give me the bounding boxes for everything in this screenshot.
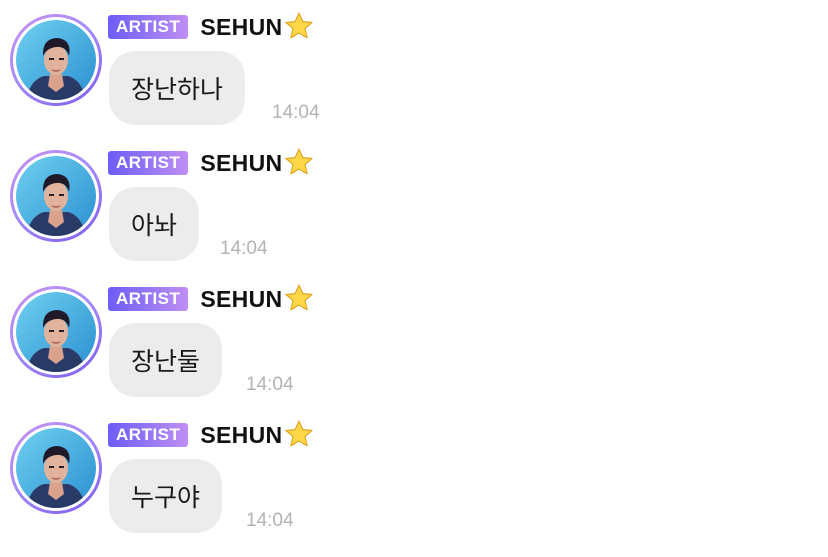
chat-message: ARTIST SEHUN 장난하나 14:04 [0,0,828,136]
avatar-photo [16,292,96,372]
star-icon [285,284,314,311]
chat-message: ARTIST SEHUN 누구야 14:04 [0,408,828,544]
artist-badge: ARTIST [108,423,189,447]
star-icon [285,12,314,39]
star-icon [285,148,314,175]
chat-message-list: ARTIST SEHUN 장난하나 14:04 ARTIST SEHUN 아놔 … [0,0,828,557]
avatar-frame [13,17,99,103]
avatar[interactable] [10,14,102,106]
artist-badge: ARTIST [108,15,189,39]
avatar-photo [16,428,96,508]
star-icon [285,420,314,447]
avatar-photo [16,20,96,100]
avatar-photo [16,156,96,236]
sender-row: ARTIST SEHUN [108,420,314,449]
chat-message: ARTIST SEHUN 장난둘 14:04 [0,272,828,408]
message-timestamp: 14:04 [220,238,268,259]
sender-name[interactable]: SEHUN [200,422,282,449]
sender-name[interactable]: SEHUN [200,14,282,41]
avatar[interactable] [10,286,102,378]
sender-row: ARTIST SEHUN [108,12,314,41]
message-timestamp: 14:04 [272,102,320,123]
avatar[interactable] [10,150,102,242]
sender-row: ARTIST SEHUN [108,284,314,313]
sender-row: ARTIST SEHUN [108,148,314,177]
message-bubble[interactable]: 장난하나 [109,51,246,125]
avatar-frame [13,153,99,239]
avatar-frame [13,289,99,375]
avatar[interactable] [10,422,102,514]
message-bubble[interactable]: 누구야 [109,459,223,533]
sender-name[interactable]: SEHUN [200,150,282,177]
chat-message: ARTIST SEHUN 아놔 14:04 [0,136,828,272]
message-timestamp: 14:04 [246,374,294,395]
artist-badge: ARTIST [108,287,189,311]
sender-name[interactable]: SEHUN [200,286,282,313]
artist-badge: ARTIST [108,151,189,175]
message-timestamp: 14:04 [246,510,294,531]
avatar-frame [13,425,99,511]
message-bubble[interactable]: 아놔 [109,187,200,261]
message-bubble[interactable]: 장난둘 [109,323,223,397]
